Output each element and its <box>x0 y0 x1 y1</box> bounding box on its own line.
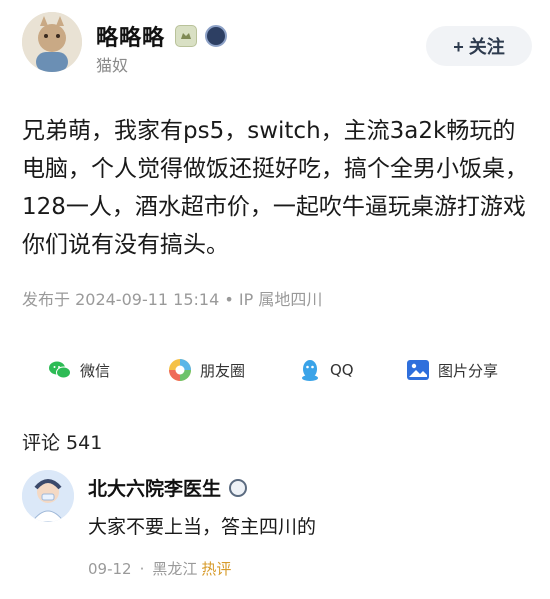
wechat-icon <box>48 358 72 382</box>
user-name[interactable]: 略略略 <box>96 20 165 52</box>
post-header: 略略略 猫奴 + 关注 <box>22 12 532 80</box>
comment-item: 北大六院李医生 大家不要上当，答主四川的 09-12 · 黑龙江 热评 <box>22 470 530 580</box>
follow-button[interactable]: + 关注 <box>426 26 532 66</box>
hot-comment-tag: 热评 <box>201 560 232 578</box>
post-meta: 发布于 2024-09-11 15:14 • IP 属地四川 <box>22 290 323 309</box>
comment-date: 09-12 <box>88 559 132 578</box>
share-label: 朋友圈 <box>200 361 246 380</box>
medal-badge-icon <box>205 25 228 47</box>
comment-author-row: 北大六院李医生 <box>88 474 248 501</box>
share-wechat-button[interactable]: 微信 <box>48 350 110 390</box>
share-image-button[interactable]: 图片分享 <box>406 350 498 390</box>
post-page: 略略略 猫奴 + 关注 兄弟萌，我家有ps5，switch，主流3a2k畅玩的电… <box>0 0 550 599</box>
verified-badge-icon <box>229 478 248 497</box>
comment-meta: 09-12 · 黑龙江 热评 <box>88 558 231 579</box>
moments-icon <box>168 358 192 382</box>
share-label: QQ <box>330 361 354 379</box>
comment-location: 黑龙江 <box>152 560 198 578</box>
name-row: 略略略 <box>96 20 228 52</box>
comment-author[interactable]: 北大六院李医生 <box>88 474 221 501</box>
image-share-icon <box>406 358 430 382</box>
level-badge-icon <box>175 25 198 47</box>
comment-separator: · <box>139 559 145 578</box>
comments-count[interactable]: 评论 541 <box>22 428 102 455</box>
comment-text: 大家不要上当，答主四川的 <box>88 516 317 538</box>
share-label: 微信 <box>80 361 111 380</box>
post-text: 兄弟萌，我家有ps5，switch，主流3a2k畅玩的电脑，个人觉得做饭还挺好吃… <box>22 118 528 258</box>
share-label: 图片分享 <box>438 361 499 380</box>
share-qq-button[interactable]: QQ <box>298 350 354 390</box>
share-bar: 微信 朋友圈 QQ 图片分享 <box>22 350 530 390</box>
comment-avatar[interactable] <box>22 470 74 522</box>
qq-icon <box>298 358 322 382</box>
doctor-avatar-image <box>22 470 74 522</box>
avatar[interactable] <box>22 12 82 72</box>
share-moments-button[interactable]: 朋友圈 <box>168 350 245 390</box>
user-subtitle: 猫奴 <box>96 56 129 75</box>
avatar-image <box>22 12 82 72</box>
